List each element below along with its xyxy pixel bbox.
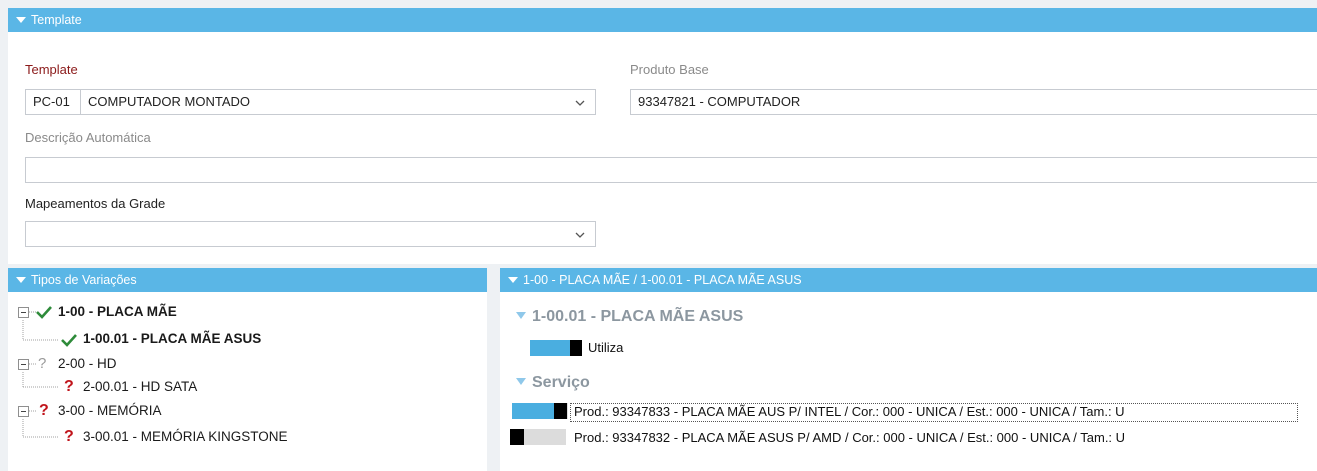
detail-panel-body: 1-00.01 - PLACA MÃE ASUS Utiliza Serviço… — [500, 292, 1317, 471]
tree-node-memoria[interactable]: ? 3-00 - MEMÓRIA — [8, 400, 487, 422]
collapse-triangle-icon — [16, 277, 26, 283]
question-red-icon: ? — [39, 402, 49, 419]
template-panel-header[interactable]: Template — [8, 8, 1317, 32]
template-name-value: COMPUTADOR MONTADO — [88, 94, 251, 109]
toggle-fill — [512, 403, 554, 419]
tree-node-hd-sata[interactable]: ? 2-00.01 - HD SATA — [8, 376, 487, 398]
check-icon — [61, 334, 77, 347]
servico-row-text: Prod.: 93347832 - PLACA MÃE ASUS P/ AMD … — [574, 430, 1126, 445]
tree-node-placa-mae[interactable]: 1-00 - PLACA MÃE — [8, 301, 487, 323]
template-code-field[interactable]: PC-01 — [25, 89, 81, 115]
tree-node-label: 3-00.01 - MEMÓRIA KINGSTONE — [83, 429, 288, 444]
question-grey-icon: ? — [38, 355, 47, 372]
descricao-field[interactable] — [25, 157, 1317, 183]
toggle-knob — [510, 429, 524, 445]
tree-node-label: 1-00.01 - PLACA MÃE ASUS — [83, 331, 262, 346]
toggle-fill — [530, 340, 570, 356]
chevron-down-icon — [575, 100, 585, 106]
mapeamentos-select[interactable] — [25, 221, 596, 247]
section-collapse-icon — [516, 378, 526, 385]
chevron-down-icon — [575, 232, 585, 238]
servico-toggle[interactable] — [512, 403, 568, 419]
variacoes-panel-header[interactable]: Tipos de Variações — [8, 268, 487, 292]
question-red-icon: ? — [64, 378, 74, 395]
variation-section-label: 1-00.01 - PLACA MÃE ASUS — [532, 308, 744, 325]
descricao-label: Descrição Automática — [25, 130, 151, 145]
tree-node-label: 1-00 - PLACA MÃE — [58, 304, 177, 319]
collapse-triangle-icon — [508, 277, 518, 283]
servico-toggle[interactable] — [510, 429, 566, 445]
toggle-knob — [570, 340, 582, 356]
toggle-knob — [554, 403, 567, 419]
produto-base-label: Produto Base — [630, 62, 709, 77]
detail-panel-header[interactable]: 1-00 - PLACA MÃE / 1-00.01 - PLACA MÃE A… — [500, 268, 1317, 292]
tree-node-memoria-kingstone[interactable]: ? 3-00.01 - MEMÓRIA KINGSTONE — [8, 426, 487, 448]
servico-section-title[interactable]: Serviço — [516, 374, 590, 392]
tree-node-hd[interactable]: ? 2-00 - HD — [8, 353, 487, 375]
utiliza-toggle[interactable] — [530, 340, 582, 356]
template-name-select[interactable]: COMPUTADOR MONTADO — [80, 89, 596, 115]
question-red-icon: ? — [64, 428, 74, 445]
check-icon — [36, 306, 52, 319]
variacoes-tree: 1-00 - PLACA MÃE 1-00.01 - PLACA MÃE ASU… — [8, 292, 487, 471]
produto-base-field[interactable]: 93347821 - COMPUTADOR — [630, 89, 1317, 115]
section-collapse-icon — [516, 312, 526, 319]
utiliza-label: Utiliza — [588, 340, 624, 355]
variation-section-title[interactable]: 1-00.01 - PLACA MÃE ASUS — [516, 308, 743, 326]
tree-node-placa-mae-asus[interactable]: 1-00.01 - PLACA MÃE ASUS — [8, 328, 487, 350]
template-label: Template — [25, 62, 78, 77]
tree-node-label: 3-00 - MEMÓRIA — [58, 403, 162, 418]
mapeamentos-label: Mapeamentos da Grade — [25, 196, 166, 211]
tree-node-label: 2-00 - HD — [58, 356, 117, 371]
detail-panel-title: 1-00 - PLACA MÃE / 1-00.01 - PLACA MÃE A… — [523, 273, 802, 287]
collapse-triangle-icon — [16, 17, 26, 23]
variacoes-panel-title: Tipos de Variações — [31, 273, 137, 287]
template-panel-body: Template PC-01 COMPUTADOR MONTADO Produt… — [8, 32, 1317, 264]
template-panel-title: Template — [31, 13, 82, 27]
servico-section-label: Serviço — [532, 374, 590, 391]
window-frame: Template Template PC-01 COMPUTADOR MONTA… — [0, 0, 1317, 471]
tree-node-label: 2-00.01 - HD SATA — [83, 379, 198, 394]
servico-row-text: Prod.: 93347833 - PLACA MÃE AUS P/ INTEL… — [574, 404, 1125, 419]
